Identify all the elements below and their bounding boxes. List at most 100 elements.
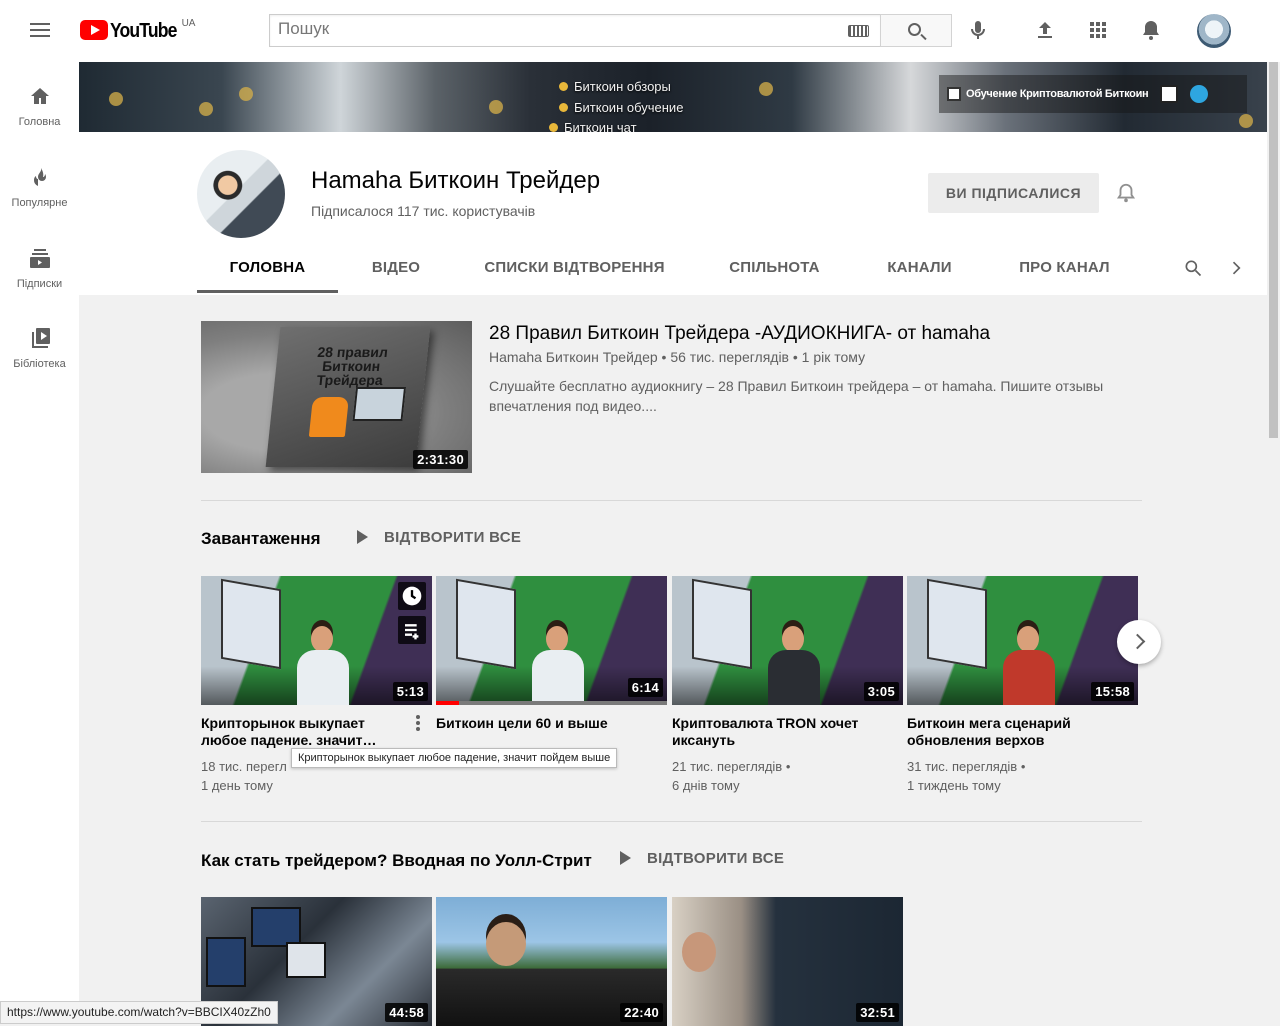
watch-progress-fill: [436, 701, 460, 705]
avatar[interactable]: [1197, 14, 1231, 48]
person-head: [311, 626, 333, 652]
divider: [201, 500, 1142, 501]
youtube-logo[interactable]: YouTube UA: [80, 18, 196, 42]
bitcoin-icon: [239, 87, 253, 101]
video-thumbnail[interactable]: 32:51: [672, 897, 903, 1026]
video-thumbnail[interactable]: 6:14: [436, 576, 667, 705]
divider: [201, 821, 1142, 822]
featured-video-title[interactable]: 28 Правил Биткоин Трейдера -АУДИОКНИГА- …: [489, 323, 990, 345]
sidebar-item-label: Бібліотека: [13, 358, 66, 370]
video-title[interactable]: Биткоин мега сценарий обновления верхов: [907, 715, 1119, 749]
add-to-queue-icon[interactable]: [398, 616, 426, 644]
monitor: [221, 578, 281, 670]
watch-later-icon[interactable]: [398, 582, 426, 610]
video-duration: 2:31:30: [413, 450, 468, 469]
notifications-icon[interactable]: [1139, 18, 1163, 42]
play-all-button[interactable]: ВІДТВОРИТИ ВСЕ: [357, 526, 521, 550]
tab-channels[interactable]: КАНАЛИ: [867, 242, 972, 293]
site-icon[interactable]: [1160, 85, 1179, 103]
tab-home[interactable]: ГОЛОВНА: [197, 242, 338, 293]
video-thumbnail[interactable]: 3:05: [672, 576, 903, 705]
screen: [251, 907, 301, 947]
screen: [206, 937, 246, 987]
video-duration: 6:14: [627, 678, 663, 697]
subscriber-count: Підписалося 117 тис. користувачів: [311, 203, 536, 219]
person-body: [297, 650, 349, 705]
video-duration: 32:51: [856, 1003, 899, 1022]
book-person: [308, 397, 349, 437]
subscribed-button[interactable]: ВИ ПІДПИСАЛИСЯ: [928, 173, 1099, 213]
shelf-next-button[interactable]: [1117, 620, 1161, 664]
bitcoin-icon: [109, 92, 123, 106]
tab-playlists[interactable]: СПИСКИ ВІДТВОРЕННЯ: [467, 242, 682, 293]
video-age: 1 день тому: [201, 778, 273, 793]
sidebar-item-library[interactable]: Бібліотека: [0, 314, 79, 388]
video-age: 1 тиждень тому: [907, 778, 1001, 793]
sidebar: Головна Популярне Підписки Бібліотека: [0, 62, 79, 1024]
menu-icon[interactable]: [24, 19, 56, 43]
tab-community[interactable]: СПІЛЬНОТА: [707, 242, 842, 293]
watch-progress-bar: [436, 701, 667, 705]
search-icon: [908, 23, 921, 36]
link-icon: [947, 87, 961, 101]
scrollbar-thumb[interactable]: [1269, 62, 1278, 438]
notification-bell-icon[interactable]: [1115, 181, 1137, 205]
person-head: [546, 626, 568, 652]
logo-region: UA: [181, 18, 196, 29]
channel-name: Hamaha Биткоин Трейдер: [311, 167, 601, 194]
person-head: [1017, 626, 1039, 652]
video-duration: 44:58: [385, 1003, 428, 1022]
sidebar-item-label: Популярне: [11, 197, 68, 209]
book-cover: 28 правил Биткоин Трейдера: [265, 327, 431, 467]
youtube-play-icon: [80, 20, 108, 40]
video-title[interactable]: Крипторынок выкупает любое падение. знач…: [201, 715, 413, 749]
upload-icon[interactable]: [1033, 18, 1057, 42]
sidebar-item-home[interactable]: Головна: [0, 72, 79, 146]
book-title: 28 правил Биткоин Трейдера: [315, 344, 389, 388]
monitor: [927, 578, 987, 670]
play-all-button[interactable]: ВІДТВОРИТИ ВСЕ: [620, 847, 784, 871]
keyboard-icon[interactable]: [848, 25, 869, 37]
logo-text: YouTube: [110, 20, 177, 42]
featured-video-description: Слушайте бесплатно аудиокнигу – 28 Прави…: [489, 378, 1104, 414]
mic-icon[interactable]: [966, 18, 990, 42]
top-bar: YouTube UA: [0, 0, 1280, 62]
video-title[interactable]: Биткоин цели 60 и выше: [436, 715, 648, 732]
home-icon: [31, 88, 49, 104]
person-head: [782, 626, 804, 652]
tab-about[interactable]: ПРО КАНАЛ: [997, 242, 1132, 293]
search-box: [269, 14, 881, 47]
trending-icon: [33, 168, 46, 186]
uploads-shelf-title[interactable]: Завантаження: [201, 529, 321, 549]
video-thumbnail[interactable]: 5:13: [201, 576, 432, 705]
channel-avatar[interactable]: [197, 150, 285, 238]
person-body: [768, 650, 820, 705]
video-thumbnail[interactable]: 22:40: [436, 897, 667, 1026]
status-bar-url: https://www.youtube.com/watch?v=BBCIX40z…: [0, 1001, 278, 1024]
person-head: [486, 922, 526, 966]
sidebar-item-trending[interactable]: Популярне: [0, 153, 79, 227]
page-scrollbar[interactable]: [1267, 62, 1280, 1024]
screen: [286, 942, 326, 978]
bitcoin-icon: [759, 82, 773, 96]
channel-search-icon[interactable]: [1183, 258, 1203, 278]
person-body: [1003, 650, 1055, 705]
apps-icon[interactable]: [1086, 18, 1110, 42]
banner-link[interactable]: Обучение Криптовалютой Биткоин: [966, 88, 1149, 100]
playlist-shelf-title[interactable]: Как стать трейдером? Вводная по Уолл-Стр…: [201, 851, 592, 871]
search-button[interactable]: [880, 14, 952, 47]
chevron-right-icon[interactable]: [1226, 258, 1246, 278]
video-thumbnail[interactable]: 15:58: [907, 576, 1138, 705]
telegram-icon[interactable]: [1190, 85, 1209, 103]
video-title[interactable]: Криптовалюта TRON хочет иксануть: [672, 715, 877, 749]
video-age: 6 днів тому: [672, 778, 740, 793]
featured-video-thumbnail[interactable]: 28 правил Биткоин Трейдера 2:31:30: [201, 321, 472, 473]
more-actions-icon[interactable]: [414, 714, 422, 732]
sidebar-item-subscriptions[interactable]: Підписки: [0, 234, 79, 308]
sidebar-item-label: Підписки: [16, 278, 63, 290]
tab-videos[interactable]: ВІДЕО: [347, 242, 445, 293]
featured-video-meta: Hamaha Биткоин Трейдер • 56 тис. перегля…: [489, 349, 866, 365]
video-duration: 3:05: [863, 682, 899, 701]
channel-header: Hamaha Биткоин Трейдер Підписалося 117 т…: [79, 132, 1267, 295]
search-input[interactable]: [270, 15, 830, 43]
